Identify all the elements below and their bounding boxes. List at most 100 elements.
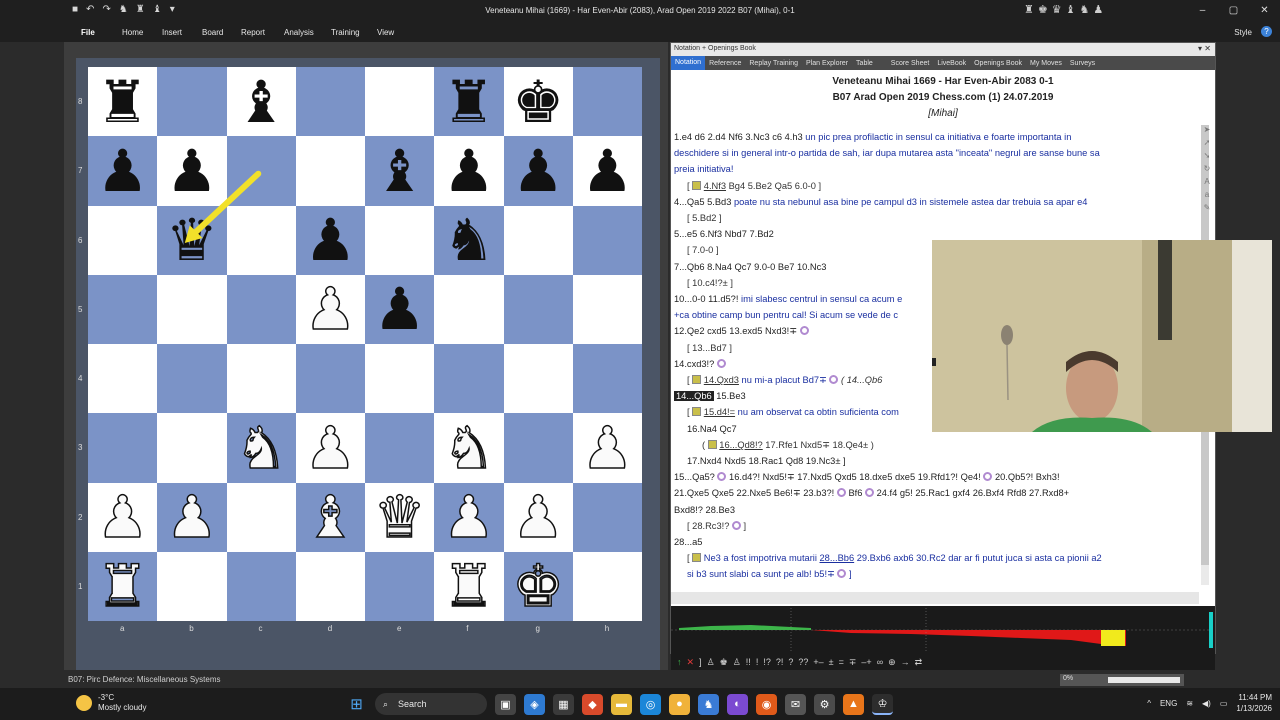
font-icon[interactable]: a — [1205, 190, 1209, 199]
black-bishop-piece[interactable]: ♝ — [235, 73, 287, 131]
square-e8[interactable] — [365, 67, 435, 137]
square-e3[interactable] — [365, 413, 435, 483]
arrow-icon[interactable]: ➘ — [1204, 151, 1211, 160]
annotation-symbol-button[interactable]: = — [839, 657, 844, 667]
square-b5[interactable] — [157, 274, 227, 344]
tab-surveys[interactable]: Surveys — [1066, 60, 1099, 67]
move-text[interactable]: 24.f4 g5! 25.Rac1 gxf4 26.Bxf4 Rfd8 27.R… — [874, 488, 1070, 498]
close-button[interactable]: ✕ — [1249, 0, 1280, 22]
square-f3[interactable]: ♞ — [434, 413, 504, 483]
white-knight-piece[interactable]: ♞ — [442, 418, 496, 478]
square-d2[interactable]: ♝ — [295, 482, 365, 552]
square-d3[interactable]: ♟ — [295, 413, 365, 483]
king-icon[interactable]: ♚ — [1038, 3, 1048, 16]
rook-icon[interactable]: ♜ — [1024, 3, 1034, 16]
square-b7[interactable]: ♟ — [157, 136, 227, 206]
square-e5[interactable]: ♟ — [365, 274, 435, 344]
move-text[interactable]: 20.Qb5?! Bxh3! — [992, 472, 1060, 482]
chessbase-taskbar-icon[interactable]: ♔ — [872, 693, 893, 715]
square-a3[interactable] — [88, 413, 158, 483]
variation-move[interactable]: 16...Qd8!? — [719, 440, 762, 450]
square-c8[interactable]: ♝ — [226, 67, 296, 137]
annotation-symbol-button[interactable]: ∓ — [849, 657, 857, 668]
move-text[interactable]: 16.d4?! Nxd5!∓ 17.Nxd5 Qxd5 18.dxe5 dxe5… — [726, 472, 981, 482]
variation-text[interactable]: ( 14...Qb6 — [841, 375, 882, 385]
black-king-piece[interactable]: ♚ — [512, 73, 564, 131]
chrome-browser-icon[interactable]: ● — [669, 693, 690, 715]
square-h4[interactable] — [572, 344, 642, 414]
white-pawn-piece[interactable]: ♟ — [581, 418, 635, 478]
annotation-symbol-button[interactable]: ⊕ — [888, 657, 896, 668]
language-indicator[interactable]: ENG — [1160, 699, 1177, 708]
wifi-icon[interactable]: ≋ — [1186, 699, 1193, 708]
square-f6[interactable]: ♞ — [434, 205, 504, 275]
annotation-symbol-button[interactable]: ↑ — [677, 657, 682, 667]
square-g1[interactable]: ♚ — [503, 551, 573, 621]
variation-move[interactable]: 14.Qxd3 — [704, 375, 739, 385]
black-pawn-piece[interactable]: ♟ — [581, 142, 633, 200]
white-pawn-piece[interactable]: ♟ — [304, 418, 358, 478]
annotation-symbol-button[interactable]: ∞ — [877, 657, 883, 667]
annotation-symbol-button[interactable]: ] — [699, 657, 702, 667]
chess-board[interactable]: ♜ ♝ ♜ ♚ ♟ ♟ ♝ ♟ ♟ ♟ ♛ ♟ ♞ ♟ ♟ ♞ ♟ ♞ ♟ ♟ ♟ ♝ ♛ ♟ ♟ ♜ ♜ ♚ — [88, 67, 642, 621]
square-d8[interactable] — [295, 67, 365, 137]
square-e1[interactable] — [365, 551, 435, 621]
square-c5[interactable] — [226, 274, 296, 344]
tab-file[interactable]: File — [81, 28, 95, 37]
variation-text[interactable]: 17.Nxd4 Nxd5 18.Rac1 Qd8 19.Nc3± ] — [674, 453, 1194, 469]
white-rook-piece[interactable]: ♜ — [96, 557, 150, 617]
edge-browser-icon[interactable]: ◎ — [640, 693, 661, 715]
store-icon[interactable]: ▦ — [553, 693, 574, 715]
square-a5[interactable] — [88, 274, 158, 344]
tab-table[interactable]: Table — [852, 60, 877, 67]
square-g6[interactable] — [503, 205, 573, 275]
move-text[interactable]: 28...a5 — [674, 534, 1194, 550]
black-pawn-piece[interactable]: ♟ — [166, 142, 218, 200]
copilot-icon[interactable]: ◈ — [524, 693, 545, 715]
square-d5[interactable]: ♟ — [295, 274, 365, 344]
white-pawn-piece[interactable]: ♟ — [165, 487, 219, 547]
black-pawn-piece[interactable]: ♟ — [374, 280, 426, 338]
bishop-icon[interactable]: ♝ — [1066, 3, 1076, 16]
square-b1[interactable] — [157, 551, 227, 621]
refresh-icon[interactable]: ↻ — [1204, 164, 1211, 173]
black-pawn-piece[interactable]: ♟ — [443, 142, 495, 200]
tab-score-sheet[interactable]: Score Sheet — [877, 60, 934, 67]
tab-report[interactable]: Report — [241, 28, 265, 37]
square-h3[interactable]: ♟ — [572, 413, 642, 483]
app-icon[interactable]: ◐ — [727, 693, 748, 715]
variation-move[interactable]: 15.d4!= — [704, 407, 735, 417]
move-text[interactable]: 10...0-0 11.d5?! — [674, 294, 738, 304]
annotation-symbol-button[interactable]: ± — [829, 657, 834, 667]
square-f1[interactable]: ♜ — [434, 551, 504, 621]
black-knight-piece[interactable]: ♞ — [443, 211, 495, 269]
tab-notation[interactable]: Notation — [671, 56, 706, 70]
square-f5[interactable] — [434, 274, 504, 344]
evaluation-graph[interactable] — [671, 606, 1215, 654]
variation-text[interactable]: [ 28.Rc3!? — [687, 521, 732, 531]
square-c3[interactable]: ♞ — [226, 413, 296, 483]
annotation-symbol-button[interactable]: ♙ — [733, 657, 741, 668]
white-king-piece[interactable]: ♚ — [511, 557, 565, 617]
square-g4[interactable] — [503, 344, 573, 414]
annotation-symbol-button[interactable]: ?! — [776, 657, 784, 667]
knight-icon[interactable]: ♞ — [1080, 3, 1090, 16]
tab-home[interactable]: Home — [122, 28, 143, 37]
black-rook-piece[interactable]: ♜ — [97, 73, 149, 131]
square-h2[interactable] — [572, 482, 642, 552]
file-explorer-icon[interactable]: ▬ — [611, 693, 632, 715]
font-icon[interactable]: A — [1204, 177, 1209, 186]
variation-text[interactable]: [ 5.Bd2 ] — [674, 210, 1194, 226]
white-pawn-piece[interactable]: ♟ — [304, 280, 358, 340]
square-a1[interactable]: ♜ — [88, 551, 158, 621]
move-text[interactable]: Bxd8!? 28.Be3 — [674, 502, 1194, 518]
square-c4[interactable] — [226, 344, 296, 414]
annotation-symbol-button[interactable]: → — [901, 657, 910, 667]
square-h6[interactable] — [572, 205, 642, 275]
white-pawn-piece[interactable]: ♟ — [511, 487, 565, 547]
app-icon[interactable]: ▲ — [843, 693, 864, 715]
square-c7[interactable] — [226, 136, 296, 206]
white-rook-piece[interactable]: ♜ — [442, 557, 496, 617]
tab-plan-explorer[interactable]: Plan Explorer — [802, 60, 852, 67]
square-g3[interactable] — [503, 413, 573, 483]
